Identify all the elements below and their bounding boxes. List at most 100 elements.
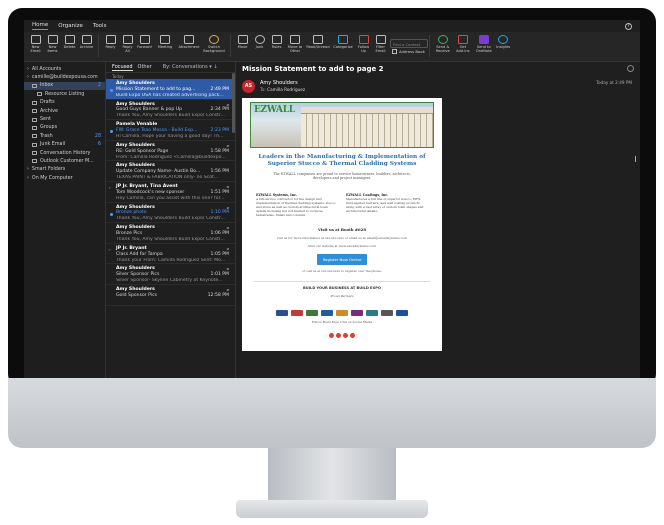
message-item[interactable]: Amy Shoulders Mission Statement to add to… <box>106 79 235 100</box>
message-item[interactable]: ⌀ Amy Shoulders Bronze photo 1:10 PM Thank Y… <box>106 203 235 224</box>
monitor-photo: Home Organize Tools ? New Email New Item… <box>0 0 664 525</box>
reading-pane: Mission Statement to add to page 2 AS Am… <box>236 62 640 378</box>
insights-button[interactable]: Insights <box>496 35 511 50</box>
message-item[interactable]: ⌀ Amy Shoulders RE: Gold Sponsor Page 1:58 … <box>106 141 235 162</box>
sun-icon <box>209 35 219 44</box>
folder-item[interactable]: Sent <box>24 115 105 123</box>
company-column-coatings: EZWALL Coatings, Inc. Manufactures a full… <box>346 192 424 214</box>
folder-item[interactable]: › camille@buildexpousa.com <box>24 73 105 81</box>
instagram-icon[interactable] <box>350 333 355 339</box>
build-banner: BUILD YOUR BUSINESS AT BUILD EXPO <box>303 286 381 291</box>
message-item[interactable]: › ⌀ JP Jr. Bryant Class Add for Tampa 1:05 P… <box>106 244 235 265</box>
message-item[interactable]: ⌀ Amy Shoulders Good Guys Banner & pop Up 2… <box>106 100 235 121</box>
meeting-button[interactable]: Meeting <box>154 35 176 50</box>
message-item[interactable]: ⌀ Amy Shoulders Bronze Pics 1:06 PM Thank Yo… <box>106 223 235 244</box>
unread-count: 28 <box>94 133 101 139</box>
folder-item[interactable]: Inbox 2 <box>24 81 105 91</box>
message-item[interactable]: Amy Shoulders Update Company Name- Austin… <box>106 161 235 182</box>
archive-button[interactable]: Archive <box>79 35 94 50</box>
folder-item[interactable]: Junk Email 6 <box>24 141 105 149</box>
outlook-window: Home Organize Tools ? New Email New Item… <box>24 20 640 378</box>
tab-organize[interactable]: Organize <box>58 23 83 29</box>
new-items-button[interactable]: New Items <box>45 35 60 54</box>
settings-icon[interactable] <box>627 65 634 72</box>
folder-label: Drafts <box>40 100 55 106</box>
find-contact-input[interactable]: Find a Contact <box>390 39 428 48</box>
onenote-icon <box>478 35 489 44</box>
folder-item[interactable]: › All Accounts <box>24 65 105 73</box>
tab-tools[interactable]: Tools <box>93 23 107 29</box>
reply-all-button[interactable]: Reply All <box>120 35 135 54</box>
help-icon[interactable]: ? <box>625 22 632 30</box>
folder-item[interactable]: Trash 28 <box>24 132 105 140</box>
email-subject: Mission Statement to add to page 2 <box>242 65 384 73</box>
move-button[interactable]: Move <box>235 35 250 50</box>
send-receive-button[interactable]: Send & Receive <box>434 35 452 54</box>
folder-icon <box>32 151 37 156</box>
chevron-right-icon[interactable]: › <box>109 247 111 252</box>
delete-button[interactable]: Delete <box>62 35 77 50</box>
sender-name[interactable]: Amy Shoulders <box>260 80 305 86</box>
folder-item[interactable]: Outlook Customer M... <box>24 157 105 165</box>
linkedin-icon[interactable] <box>343 333 348 339</box>
chevron-right-icon[interactable]: › <box>27 167 29 172</box>
chevron-right-icon[interactable]: › <box>27 75 29 80</box>
list-scrollbar[interactable] <box>232 73 235 133</box>
twitter-icon[interactable] <box>336 333 341 339</box>
paperclip-icon: ⌀ <box>226 266 229 272</box>
address-book-button[interactable]: Address Book <box>392 49 425 54</box>
folder-label: On My Computer <box>31 175 73 181</box>
junk-button[interactable]: Junk <box>252 35 267 50</box>
sort-dropdown[interactable]: By: Conversations ▾ ↓ <box>163 64 218 70</box>
follow-up-button[interactable]: Follow Up <box>356 35 371 54</box>
website-line[interactable]: Visit our website at www.ezwallsystems.c… <box>242 244 442 248</box>
junk-icon <box>254 35 265 44</box>
folder-item[interactable]: › On My Computer <box>24 174 105 182</box>
switch-background-button[interactable]: Switch Background <box>202 35 226 54</box>
envelope-open-icon <box>313 35 323 44</box>
message-item[interactable]: Pamela Venable FW: Grace Tsao Mossa - Bui… <box>106 120 235 141</box>
folder-item[interactable]: Drafts <box>24 99 105 107</box>
envelope-icon <box>30 35 41 44</box>
message-item[interactable]: › ⌀ JP Jr. Bryant, Tina Avent Tom Woodcock'… <box>106 182 235 203</box>
chevron-right-icon[interactable]: › <box>27 67 29 72</box>
chevron-right-icon[interactable]: › <box>109 185 111 190</box>
tab-focused[interactable]: Focused <box>112 64 133 71</box>
folder-item[interactable]: Conversation History <box>24 149 105 157</box>
folder-icon <box>32 109 37 114</box>
send-to-onenote-button[interactable]: Send to OneNote <box>474 35 494 54</box>
message-item[interactable]: ⌀ Amy Shoulders Gold Sponsor Pics 12:58 PM <box>106 285 235 306</box>
tab-other[interactable]: Other <box>138 64 152 70</box>
folder-item[interactable]: Archive <box>24 107 105 115</box>
forward-button[interactable]: Forward <box>137 35 152 50</box>
folder-label: Groups <box>40 125 58 131</box>
paperclip-icon: ⌀ <box>226 142 229 148</box>
message-item[interactable]: ⌀ Amy Shoulders Silver Sponsor Pics 1:01 PM… <box>106 264 235 285</box>
tab-home[interactable]: Home <box>32 22 49 30</box>
get-addins-button[interactable]: Get Add-ins <box>454 35 472 54</box>
folder-item[interactable]: › Smart Folders <box>24 166 105 174</box>
unread-dot-icon <box>110 130 113 134</box>
reply-button[interactable]: Reply <box>103 35 118 50</box>
folder-item[interactable]: Resource Listing <box>24 90 105 98</box>
read-unread-button[interactable]: Read/Unread <box>306 35 330 50</box>
folder-item[interactable]: Groups <box>24 124 105 132</box>
attachment-button[interactable]: Attachment <box>178 35 200 50</box>
register-button[interactable]: Register Now Online <box>317 254 367 266</box>
new-items-icon <box>47 35 58 44</box>
message-subject: Class Add for Tampa <box>116 251 163 257</box>
categorize-icon <box>338 35 348 44</box>
folder-label: camille@buildexpousa.com <box>31 75 98 81</box>
categorize-button[interactable]: Categorize <box>332 35 354 50</box>
partner-logo <box>321 310 333 317</box>
chevron-right-icon[interactable]: › <box>27 176 29 181</box>
rules-button[interactable]: Rules <box>269 35 284 50</box>
facebook-icon[interactable] <box>329 333 334 339</box>
sender-info: Amy Shoulders To: Camilla Rodriguez <box>260 80 305 92</box>
recipient-name[interactable]: Camilla Rodriguez <box>267 87 305 92</box>
filter-email-button[interactable]: Filter Email <box>373 35 388 54</box>
message-preview: Hey Camilla, can you assist with this on… <box>116 195 225 201</box>
new-email-button[interactable]: New Email <box>28 35 43 54</box>
move-to-other-button[interactable]: Move to Other <box>286 35 304 54</box>
recipient-line: To: Camilla Rodriguez <box>260 87 305 92</box>
